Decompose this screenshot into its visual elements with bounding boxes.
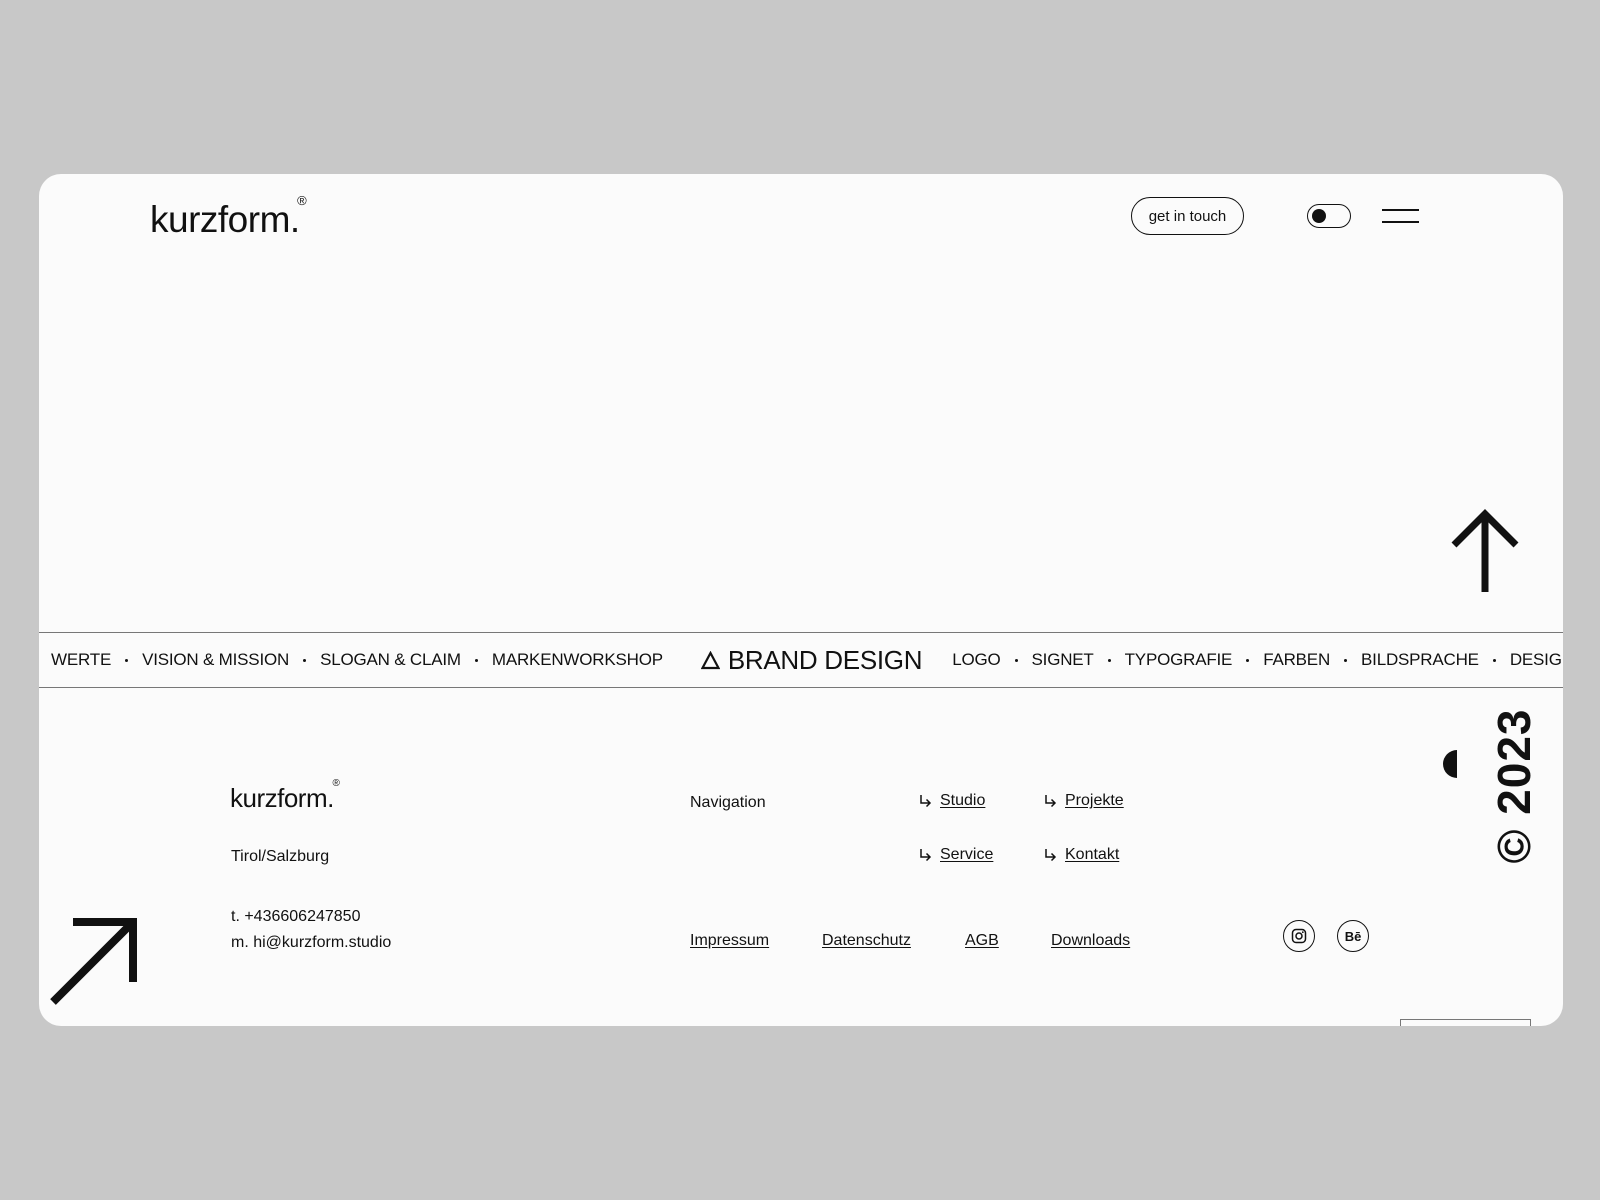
get-in-touch-button[interactable]: get in touch bbox=[1131, 197, 1244, 235]
marquee-item: SLOGAN & CLAIM bbox=[320, 650, 461, 669]
legal-link-label[interactable]: AGB bbox=[965, 932, 999, 949]
nav-link-label[interactable]: Projekte bbox=[1065, 792, 1124, 810]
nav-link-label[interactable]: Kontakt bbox=[1065, 846, 1119, 864]
footer-logo[interactable]: kurzform. ® bbox=[230, 778, 340, 814]
marquee-center-heading: BRAND DESIGN bbox=[700, 644, 923, 676]
page-card: kurzform. ® get in touch WERTE VISION & M… bbox=[39, 174, 1563, 1026]
footer-nav-projekte[interactable]: Projekte bbox=[1043, 792, 1124, 810]
separator-dot bbox=[1492, 658, 1496, 662]
arrow-up-right-icon[interactable] bbox=[49, 914, 141, 1006]
hamburger-menu-icon[interactable] bbox=[1382, 207, 1419, 225]
marquee-item: FARBEN bbox=[1263, 650, 1331, 669]
header-logo[interactable]: kurzform. ® bbox=[150, 193, 307, 241]
phone-number[interactable]: t. +436606247850 bbox=[231, 904, 391, 930]
separator-dot bbox=[125, 658, 129, 662]
legal-link-label[interactable]: Impressum bbox=[690, 932, 769, 949]
registered-mark: ® bbox=[332, 778, 340, 789]
behance-icon: Bē bbox=[1344, 928, 1362, 944]
behance-button[interactable]: Bē bbox=[1337, 920, 1369, 952]
separator-dot bbox=[1246, 658, 1250, 662]
logo-text: kurzform. bbox=[230, 783, 334, 813]
return-arrow-icon bbox=[1045, 795, 1057, 808]
marquee-item: BILDSPRACHE bbox=[1361, 650, 1479, 669]
marquee-item: DESIGNEL bbox=[1509, 650, 1563, 669]
marquee-item: SIGNET bbox=[1031, 650, 1094, 669]
email-address[interactable]: m. hi@kurzform.studio bbox=[231, 930, 391, 956]
return-arrow-icon bbox=[1045, 849, 1057, 862]
instagram-button[interactable] bbox=[1283, 920, 1315, 952]
footer-nav-studio[interactable]: Studio bbox=[918, 792, 985, 810]
logo-text: kurzform. bbox=[150, 199, 300, 240]
marquee-item: LOGO bbox=[952, 650, 1001, 669]
instagram-icon bbox=[1291, 928, 1307, 944]
corner-divider bbox=[1400, 1019, 1531, 1026]
legal-link-downloads[interactable]: Downloads bbox=[1051, 932, 1130, 950]
half-circle-shape bbox=[1443, 750, 1457, 778]
copyright-year: © 2023 bbox=[1488, 708, 1540, 864]
nav-link-label[interactable]: Studio bbox=[940, 792, 985, 810]
marquee-item: VISION & MISSION bbox=[142, 650, 290, 669]
marquee-track: WERTE VISION & MISSION SLOGAN & CLAIM MA… bbox=[51, 633, 1563, 687]
marquee-center-label: BRAND DESIGN bbox=[727, 644, 923, 675]
theme-toggle[interactable] bbox=[1307, 204, 1351, 228]
separator-dot bbox=[1344, 658, 1348, 662]
legal-link-impressum[interactable]: Impressum bbox=[690, 932, 769, 950]
separator-dot bbox=[474, 658, 478, 662]
toggle-knob bbox=[1312, 209, 1326, 223]
separator-dot bbox=[303, 658, 307, 662]
registered-mark: ® bbox=[297, 193, 307, 208]
legal-link-label[interactable]: Downloads bbox=[1051, 932, 1130, 949]
return-arrow-icon bbox=[920, 795, 932, 808]
footer-nav-label: Navigation bbox=[690, 794, 766, 811]
footer-nav-service[interactable]: Service bbox=[918, 846, 993, 864]
separator-dot bbox=[1014, 658, 1018, 662]
footer-nav-kontakt[interactable]: Kontakt bbox=[1043, 846, 1119, 864]
separator-dot bbox=[1107, 658, 1111, 662]
delta-triangle-icon bbox=[700, 650, 720, 669]
legal-link-agb[interactable]: AGB bbox=[965, 932, 999, 950]
services-marquee: WERTE VISION & MISSION SLOGAN & CLAIM MA… bbox=[39, 632, 1563, 688]
return-arrow-icon bbox=[920, 849, 932, 862]
legal-link-datenschutz[interactable]: Datenschutz bbox=[822, 932, 911, 950]
marquee-item: TYPOGRAFIE bbox=[1124, 650, 1233, 669]
nav-link-label[interactable]: Service bbox=[940, 846, 993, 864]
footer-contact: t. +436606247850 m. hi@kurzform.studio bbox=[231, 904, 391, 956]
legal-link-label[interactable]: Datenschutz bbox=[822, 932, 911, 949]
arrow-up-icon[interactable] bbox=[1450, 508, 1520, 594]
marquee-item: MARKENWORKSHOP bbox=[491, 650, 663, 669]
marquee-item: WERTE bbox=[51, 650, 112, 669]
footer-region: Tirol/Salzburg bbox=[231, 848, 330, 865]
